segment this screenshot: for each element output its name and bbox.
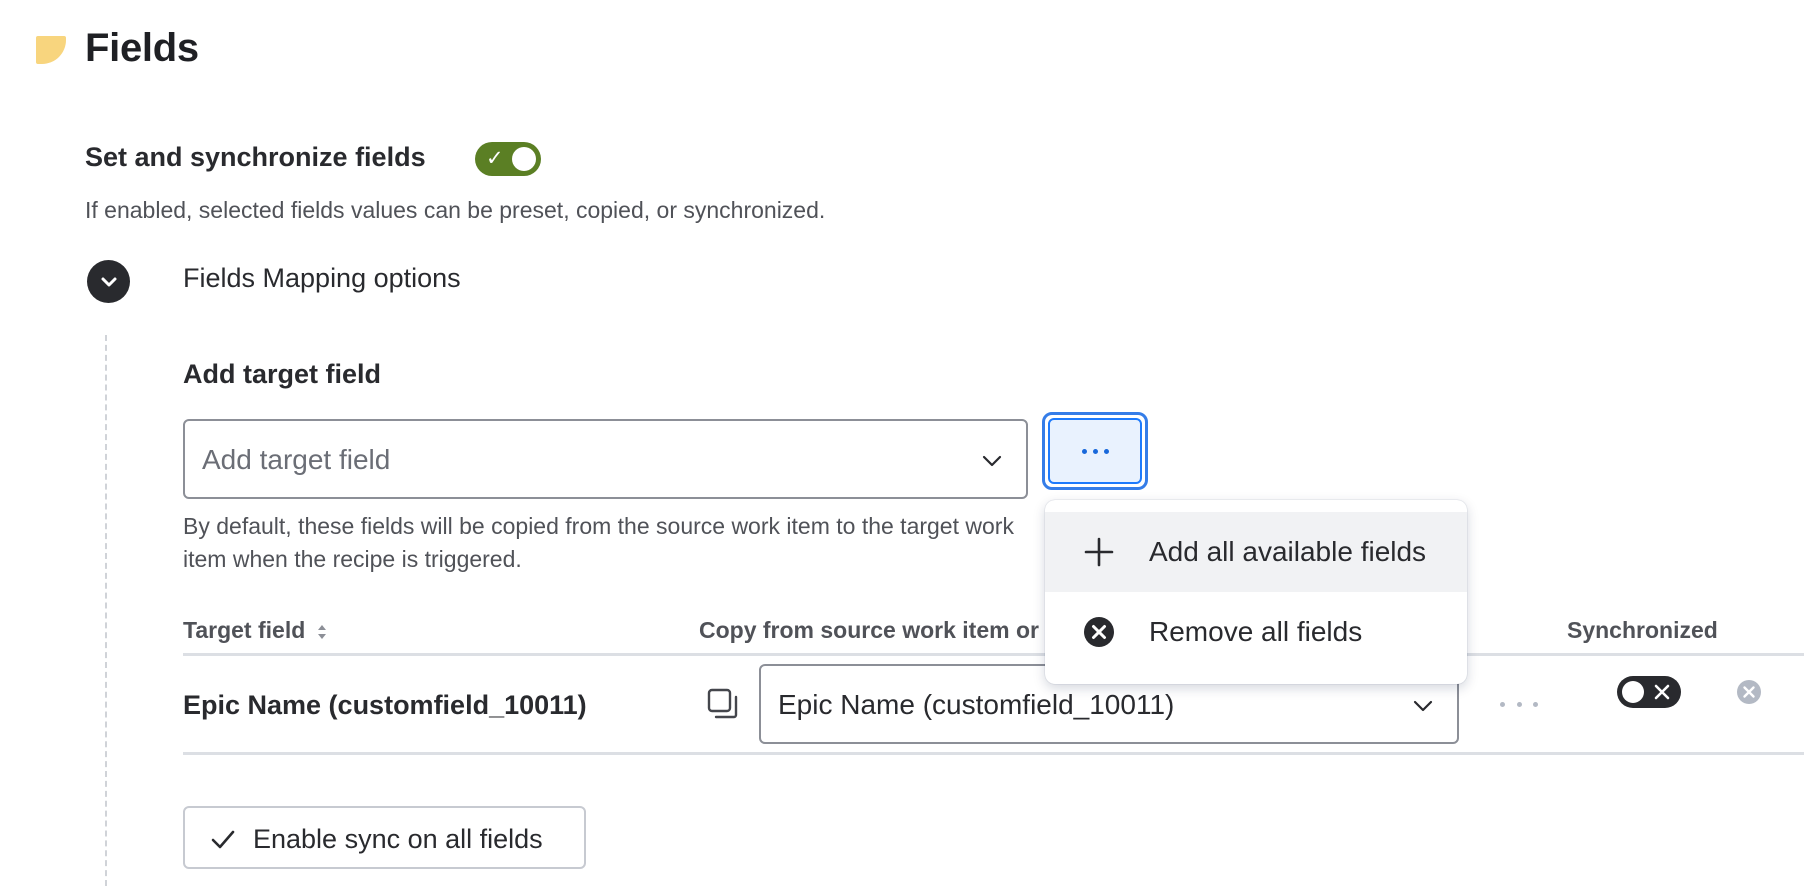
plus-icon: [1084, 537, 1114, 567]
column-header-target-label: Target field: [183, 617, 306, 643]
toggle-knob: [1622, 681, 1644, 703]
section-marker-icon: [36, 36, 66, 64]
more-dot: [1500, 702, 1505, 707]
page-title: Fields: [85, 26, 199, 70]
enable-sync-all-button[interactable]: Enable sync on all fields: [183, 806, 586, 869]
menu-item-add-all-label: Add all available fields: [1149, 536, 1427, 567]
chevron-down-icon: [101, 277, 116, 286]
mapping-options-title: Fields Mapping options: [183, 263, 461, 293]
add-target-placeholder: Add target field: [202, 444, 391, 475]
add-target-label: Add target field: [183, 359, 382, 389]
table-row-divider: [183, 752, 1804, 755]
more-dot: [1092, 448, 1098, 454]
collapse-mapping-button[interactable]: [87, 260, 130, 303]
toggle-knob: [512, 147, 536, 171]
sync-fields-help: If enabled, selected fields values can b…: [85, 197, 826, 223]
menu-item-remove-all-label: Remove all fields: [1149, 616, 1363, 647]
enable-sync-all-label: Enable sync on all fields: [253, 824, 543, 854]
copy-icon[interactable]: [707, 688, 739, 720]
menu-item-add-all[interactable]: Add all available fields: [1045, 512, 1467, 592]
more-actions-menu: Add all available fields Remove all fiel…: [1045, 500, 1467, 684]
source-field-value: Epic Name (customfield_10011): [778, 689, 1175, 720]
more-dot: [1081, 448, 1087, 454]
chevron-down-icon: [982, 455, 1002, 467]
sort-icon: [317, 624, 326, 639]
default-copy-help-line2: item when the recipe is triggered.: [183, 546, 522, 572]
more-actions-button[interactable]: [1042, 412, 1148, 490]
more-actions-inner: [1048, 418, 1142, 484]
add-target-field-select[interactable]: Add target field: [183, 419, 1028, 499]
check-icon: ✓: [486, 147, 504, 170]
column-header-target[interactable]: Target field: [183, 617, 328, 644]
default-copy-help-line1: By default, these fields will be copied …: [183, 513, 1014, 539]
check-icon: [211, 830, 235, 849]
row-target-field: Epic Name (customfield_10011): [183, 690, 587, 720]
more-dot: [1533, 702, 1538, 707]
column-header-synchronized: Synchronized: [1567, 617, 1718, 643]
sync-fields-toggle[interactable]: ✓: [475, 142, 541, 176]
default-copy-help: By default, these fields will be copied …: [183, 510, 1053, 576]
table-header-divider: [183, 653, 1804, 656]
section-guide-line: [105, 335, 107, 886]
menu-item-remove-all[interactable]: Remove all fields: [1045, 592, 1467, 672]
more-dot: [1103, 448, 1109, 454]
fields-page: Fields Set and synchronize fields ✓ If e…: [0, 0, 1804, 886]
row-more-button[interactable]: [1500, 702, 1538, 710]
close-icon: [1654, 684, 1670, 700]
remove-row-icon[interactable]: [1736, 679, 1762, 705]
chevron-down-icon: [1413, 700, 1433, 712]
more-dot: [1516, 702, 1522, 707]
cross-circle-icon: [1084, 617, 1114, 647]
row-sync-toggle[interactable]: [1617, 676, 1681, 708]
sync-fields-label: Set and synchronize fields: [85, 142, 426, 172]
